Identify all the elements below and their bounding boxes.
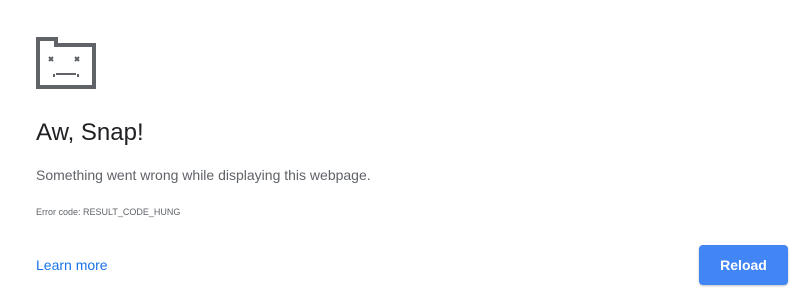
learn-more-link[interactable]: Learn more [36,255,108,275]
sad-tab-page: Aw, Snap! Something went wrong while dis… [0,0,808,304]
error-message: Something went wrong while displaying th… [36,167,371,183]
error-code: Error code: RESULT_CODE_HUNG [36,207,181,217]
sad-tab-icon [36,37,96,89]
page-heading: Aw, Snap! [36,119,144,146]
reload-button[interactable]: Reload [699,245,788,285]
